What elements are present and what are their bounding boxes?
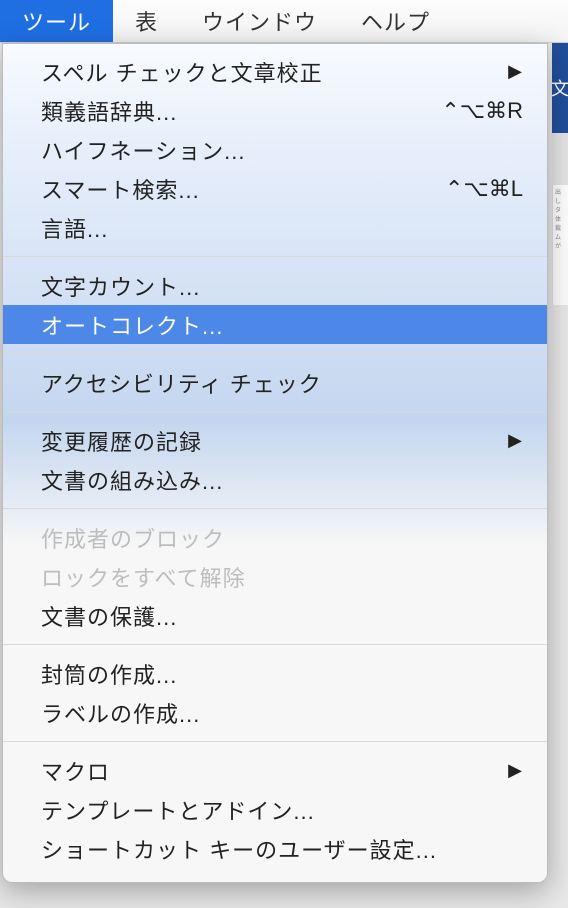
menu-item-word-count[interactable]: 文字カウント... (3, 266, 547, 305)
menu-item-unblock-all: ロックをすべて解除 (3, 557, 547, 596)
menubar-label: ツール (22, 5, 91, 37)
menu-item-customize-keyboard[interactable]: ショートカット キーのユーザー設定... (3, 829, 547, 868)
menubar-label: ウインドウ (202, 5, 317, 37)
menu-label: 類義語辞典... (41, 95, 441, 127)
menubar: ツール 表 ウインドウ ヘルプ (0, 0, 568, 43)
menu-item-track-changes[interactable]: 変更履歴の記録 ▶ (3, 421, 547, 460)
menu-item-labels[interactable]: ラベルの作成... (3, 693, 547, 732)
menu-label: スペル チェックと文章校正 (41, 56, 508, 88)
menu-item-templates-addins[interactable]: テンプレートとアドイン... (3, 790, 547, 829)
menu-label: テンプレートとアドイン... (41, 794, 523, 826)
menu-separator (3, 741, 547, 742)
menubar-item-table[interactable]: 表 (113, 0, 180, 42)
menu-separator (3, 644, 547, 645)
background-ribbon-sub (552, 133, 568, 185)
background-panel: 文 出し タ 体裁 ムが (552, 43, 568, 303)
menu-label: ハイフネーション... (41, 134, 523, 166)
menubar-label: ヘルプ (361, 5, 430, 37)
menu-item-block-authors: 作成者のブロック (3, 518, 547, 557)
menubar-label: 表 (135, 5, 158, 37)
menu-label: 言語... (41, 212, 523, 244)
menu-label: アクセシビリティ チェック (41, 367, 523, 399)
menu-label: 文書の保護... (41, 600, 523, 632)
menu-item-spellcheck[interactable]: スペル チェックと文章校正 ▶ (3, 52, 547, 91)
menubar-item-tools[interactable]: ツール (0, 0, 113, 42)
menu-shortcut: ⌃⌥⌘R (441, 98, 523, 124)
menu-label: 変更履歴の記録 (41, 425, 508, 457)
menu-item-language[interactable]: 言語... (3, 208, 547, 247)
background-ribbon: 文 (552, 43, 568, 133)
menu-label: 文字カウント... (41, 270, 523, 302)
menu-item-protect-document[interactable]: 文書の保護... (3, 596, 547, 635)
tools-dropdown: スペル チェックと文章校正 ▶ 類義語辞典... ⌃⌥⌘R ハイフネーション..… (2, 43, 548, 883)
menu-item-macro[interactable]: マクロ ▶ (3, 751, 547, 790)
menu-separator (3, 508, 547, 509)
menu-label: オートコレクト... (41, 309, 523, 341)
menu-item-envelopes[interactable]: 封筒の作成... (3, 654, 547, 693)
menu-label: ショートカット キーのユーザー設定... (41, 833, 523, 865)
menu-label: ラベルの作成... (41, 697, 523, 729)
menu-item-merge-documents[interactable]: 文書の組み込み... (3, 460, 547, 499)
menu-item-thesaurus[interactable]: 類義語辞典... ⌃⌥⌘R (3, 91, 547, 130)
menu-item-autocorrect[interactable]: オートコレクト... (3, 305, 547, 344)
menu-label: マクロ (41, 755, 508, 787)
menubar-item-window[interactable]: ウインドウ (180, 0, 339, 42)
menu-label: 作成者のブロック (41, 522, 523, 554)
menu-separator (3, 256, 547, 257)
menubar-item-help[interactable]: ヘルプ (339, 0, 452, 42)
submenu-arrow-icon: ▶ (508, 61, 523, 82)
menu-shortcut: ⌃⌥⌘L (445, 176, 523, 202)
menu-label: 文書の組み込み... (41, 464, 523, 496)
menu-item-smart-lookup[interactable]: スマート検索... ⌃⌥⌘L (3, 169, 547, 208)
submenu-arrow-icon: ▶ (508, 430, 523, 451)
submenu-arrow-icon: ▶ (508, 760, 523, 781)
menu-separator (3, 353, 547, 354)
menu-label: ロックをすべて解除 (41, 561, 523, 593)
menu-item-hyphenation[interactable]: ハイフネーション... (3, 130, 547, 169)
menu-separator (3, 411, 547, 412)
menu-label: 封筒の作成... (41, 658, 523, 690)
menu-item-accessibility-check[interactable]: アクセシビリティ チェック (3, 363, 547, 402)
menu-label: スマート検索... (41, 173, 445, 205)
background-doc: 出し タ 体裁 ムが (552, 185, 568, 305)
